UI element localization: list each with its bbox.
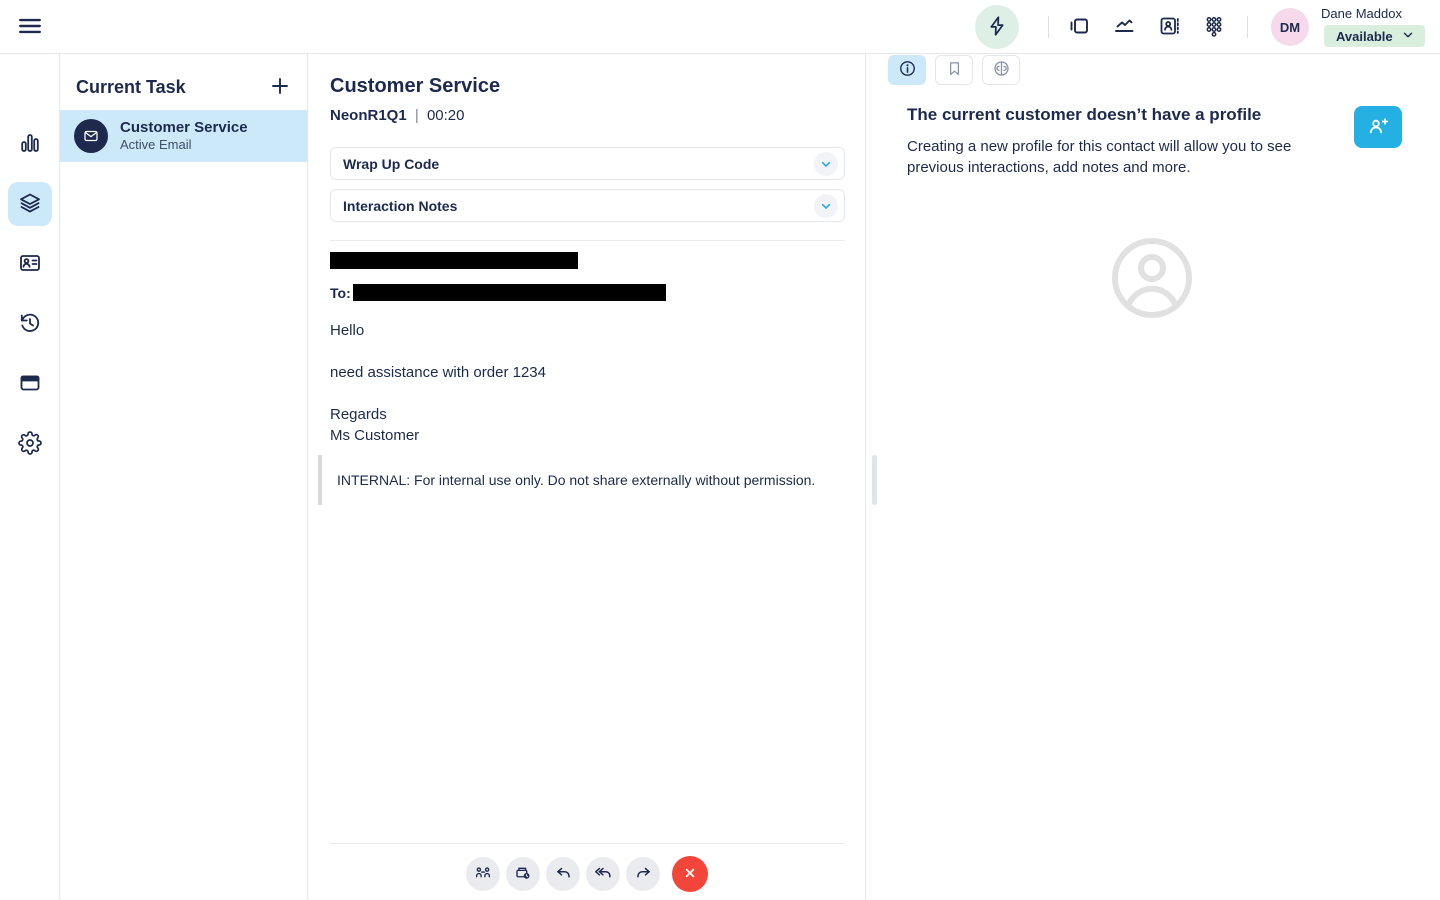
left-nav-rail (0, 54, 60, 900)
email-greeting: Hello (330, 322, 365, 339)
email-signature: Ms Customer (330, 427, 420, 444)
user-avatar[interactable]: DM (1271, 8, 1309, 46)
transfer-button[interactable] (466, 857, 500, 891)
apps-dialpad-button[interactable] (1202, 15, 1226, 39)
to-label: To: (330, 285, 351, 301)
queue-name: NeonR1Q1 (330, 107, 407, 124)
transfer-icon (474, 864, 492, 885)
header-divider (1247, 16, 1248, 38)
chevron-down-icon (814, 151, 838, 176)
wrap-up-code-accordion[interactable]: Wrap Up Code (330, 147, 845, 180)
reply-icon (554, 863, 573, 885)
directory-icon (1157, 14, 1181, 41)
lightning-icon (986, 15, 1008, 40)
meta-separator: | (414, 107, 419, 124)
nav-contacts-button[interactable] (8, 242, 52, 286)
disconnect-icon (681, 864, 699, 885)
add-task-button[interactable] (268, 74, 292, 101)
scrollbar-thumb[interactable] (872, 455, 877, 505)
contact-card-icon (18, 251, 42, 278)
directory-button[interactable] (1157, 15, 1181, 39)
disconnect-button[interactable] (672, 856, 708, 892)
layers-icon (18, 191, 42, 218)
email-request: need assistance with order 1234 (330, 364, 546, 381)
interactions-button[interactable] (975, 5, 1019, 49)
forward-icon (634, 863, 653, 885)
history-icon (18, 311, 42, 338)
no-profile-title: The current customer doesn’t have a prof… (907, 105, 1262, 124)
info-icon (898, 59, 917, 81)
customer-profile-panel: The current customer doesn’t have a prof… (866, 54, 1440, 900)
email-signoff: Regards (330, 406, 387, 423)
chevron-down-icon (814, 193, 838, 218)
internal-note-text: INTERNAL: For internal use only. Do not … (337, 472, 816, 488)
nav-interactions-button[interactable] (8, 182, 52, 226)
status-label: Available (1336, 28, 1393, 44)
interaction-timer: 00:20 (426, 107, 465, 124)
task-item-subtitle: Active Email (120, 137, 192, 152)
user-name: Dane Maddox (1321, 6, 1402, 21)
accordion-label: Wrap Up Code (343, 155, 440, 172)
brain-icon (992, 59, 1011, 81)
park-email-button[interactable] (506, 857, 540, 891)
task-panel-title: Current Task (76, 77, 186, 97)
tab-assist[interactable] (982, 55, 1020, 85)
app-window: DM Dane Maddox Available Current Task Cu… (0, 0, 1440, 900)
bar-chart-icon (18, 131, 42, 158)
window-icon (18, 371, 42, 398)
performance-button[interactable] (1112, 15, 1136, 39)
interaction-meta: NeonR1Q1 | 00:20 (330, 107, 464, 124)
profile-panel-tabs (888, 55, 1020, 85)
toolbar-divider (330, 843, 845, 844)
create-profile-button[interactable] (1354, 106, 1402, 148)
email-header-divider (330, 240, 845, 241)
gear-icon (18, 430, 42, 458)
email-action-toolbar (308, 856, 866, 892)
nav-settings-button[interactable] (8, 422, 52, 466)
top-header: DM Dane Maddox Available (0, 0, 1440, 54)
email-icon (74, 119, 108, 153)
internal-note: INTERNAL: For internal use only. Do not … (318, 455, 815, 505)
accordion-label: Interaction Notes (343, 197, 458, 214)
status-dropdown[interactable]: Available (1324, 25, 1425, 47)
nav-activity-button[interactable] (8, 122, 52, 166)
redacted-recipient (353, 284, 666, 301)
hamburger-icon (17, 13, 43, 42)
header-divider (1048, 16, 1049, 38)
nav-history-button[interactable] (8, 302, 52, 346)
park-email-icon (514, 864, 532, 885)
interaction-panel: Customer Service NeonR1Q1 | 00:20 Wrap U… (308, 54, 866, 900)
task-item-title: Customer Service (120, 119, 248, 136)
reply-all-icon (594, 863, 613, 885)
tab-info[interactable] (888, 55, 926, 85)
panels-icon (1067, 14, 1091, 41)
user-initials: DM (1279, 19, 1301, 35)
nav-apps-button[interactable] (8, 362, 52, 406)
reply-button[interactable] (546, 857, 580, 891)
no-profile-description: Creating a new profile for this contact … (907, 138, 1292, 176)
panels-button[interactable] (1067, 15, 1091, 39)
interaction-notes-accordion[interactable]: Interaction Notes (330, 189, 845, 222)
bookmark-icon (946, 60, 963, 80)
reply-all-button[interactable] (586, 857, 620, 891)
interaction-title: Customer Service (330, 75, 501, 97)
hamburger-menu-button[interactable] (17, 14, 43, 40)
chevron-down-icon (1401, 28, 1415, 45)
line-chart-icon (1112, 14, 1136, 41)
person-placeholder-icon (1104, 230, 1200, 326)
forward-button[interactable] (626, 857, 660, 891)
task-list-item[interactable]: Customer Service Active Email (60, 110, 307, 162)
tab-bookmarks[interactable] (935, 55, 973, 85)
dialpad-icon (1202, 14, 1226, 41)
plus-icon (268, 74, 292, 101)
person-plus-icon (1366, 114, 1390, 141)
redacted-subject (330, 252, 578, 269)
current-task-panel: Current Task Customer Service Active Ema… (60, 54, 308, 900)
